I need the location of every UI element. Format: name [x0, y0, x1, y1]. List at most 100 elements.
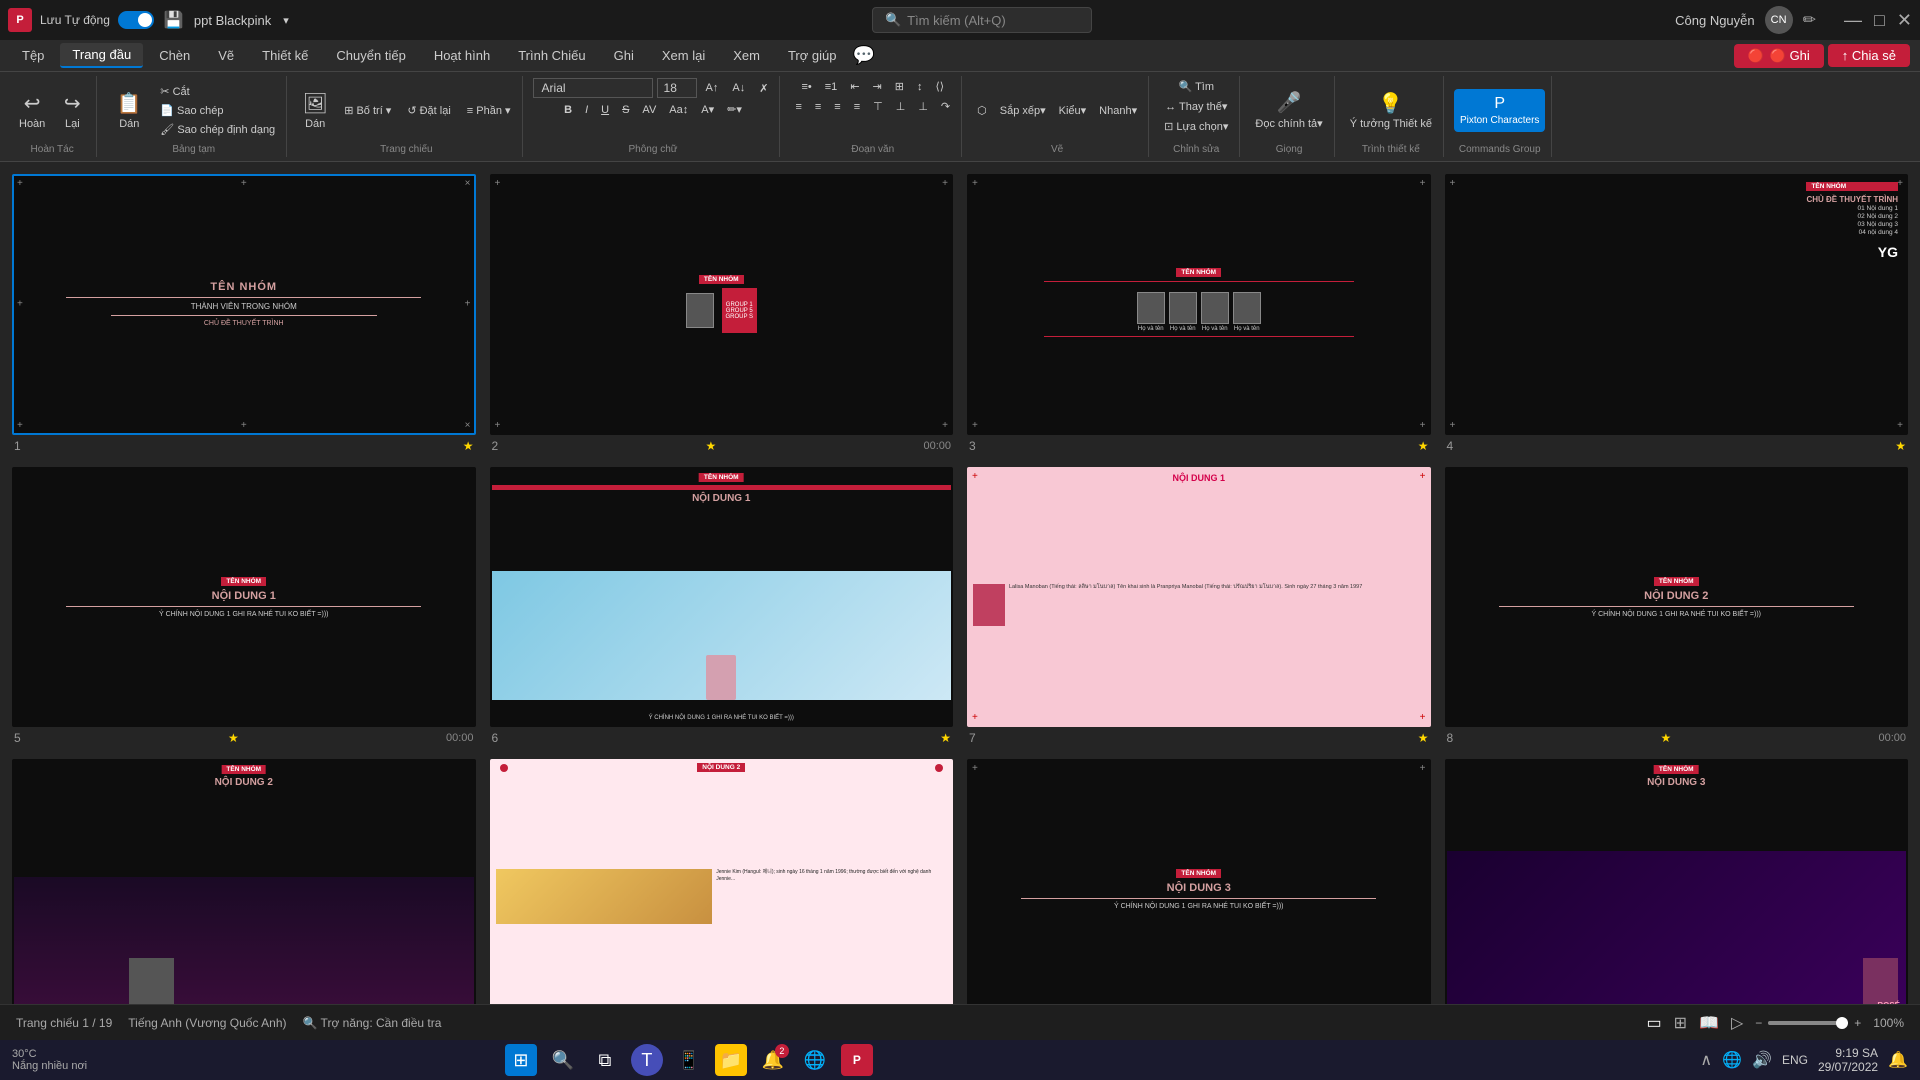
numbering-button[interactable]: ≡1 — [820, 79, 843, 95]
close-button[interactable]: ✕ — [1897, 10, 1912, 31]
zoom-slider[interactable]: − + — [1755, 1016, 1861, 1030]
pixton-button[interactable]: PPixton Characters — [1454, 89, 1545, 132]
slide-item-3[interactable]: + + + + TÊN NHÓM Họ và tên Họ và tên — [967, 174, 1431, 453]
decrease-font-button[interactable]: A↓ — [727, 80, 750, 96]
smart-art-button[interactable]: ⟨⟩ — [930, 78, 949, 95]
font-size-input[interactable]: 18 — [657, 78, 697, 98]
font-family-select[interactable]: Arial — [533, 78, 653, 98]
tab-view[interactable]: Xem — [721, 44, 772, 67]
slide-item-11[interactable]: + + TÊN NHÓM NỘI DUNG 3 Ý CHÍNH NỘI DUNG… — [967, 759, 1431, 1004]
quick-styles-button[interactable]: Nhanh▾ — [1094, 102, 1142, 119]
align-bottom-button[interactable]: ⊥ — [913, 98, 933, 115]
tab-record[interactable]: Ghi — [602, 44, 646, 67]
format-painter-button[interactable]: 🖌 Sao chép định dạng — [155, 121, 280, 138]
find-button[interactable]: 🔍 Tìm — [1174, 78, 1220, 95]
tab-help[interactable]: Trợ giúp — [776, 44, 849, 67]
slideshow-icon[interactable]: ▷ — [1731, 1013, 1743, 1033]
increase-indent-button[interactable]: ⇥ — [868, 78, 887, 95]
clear-format-button[interactable]: ✗ — [754, 80, 773, 97]
justify-button[interactable]: ≡ — [849, 99, 865, 115]
notification-icon[interactable]: 🔔 2 — [757, 1044, 789, 1076]
dictate-button[interactable]: 🎤Đọc chính tả▾ — [1250, 87, 1327, 133]
reset-button[interactable]: ↺ Đặt lại — [402, 102, 455, 119]
zoom-handle[interactable] — [1836, 1017, 1848, 1029]
tab-design[interactable]: Thiết kế — [250, 44, 320, 67]
select-button[interactable]: ⊡ Lựa chọn▾ — [1159, 118, 1233, 135]
share-button[interactable]: ↑ Chia sẻ — [1828, 44, 1910, 67]
normal-view-icon[interactable]: ▭ — [1647, 1013, 1662, 1033]
copy-button[interactable]: 📄 Sao chép — [155, 102, 280, 119]
tab-insert[interactable]: Chèn — [147, 44, 202, 67]
bullets-button[interactable]: ≡• — [796, 79, 816, 95]
slide-item-10[interactable]: NỘI DUNG 2 Jennie Kim (Hangul: 제니); sinh… — [490, 759, 954, 1004]
char-spacing-button[interactable]: AV — [637, 102, 661, 118]
cut-button[interactable]: ✂ Cắt — [155, 83, 280, 100]
teams-icon[interactable]: T — [631, 1044, 663, 1076]
save-button[interactable]: 💾 — [162, 8, 186, 32]
redo-button[interactable]: ↪Lại — [54, 88, 90, 133]
slide-item-1[interactable]: + × + × + + + + TÊN NHÓM THÀNH VIÊN TRON… — [12, 174, 476, 453]
change-case-button[interactable]: Aa↕ — [664, 102, 693, 118]
tab-draw[interactable]: Vẽ — [206, 44, 246, 67]
align-center-button[interactable]: ≡ — [810, 99, 826, 115]
chevron-up-icon[interactable]: ∧ — [1700, 1050, 1712, 1070]
layout-button[interactable]: ⊞ Bố trí ▾ — [339, 102, 396, 119]
slide-item-4[interactable]: + + + + TÊN NHÓM CHỦ ĐỀ THUYẾT TRÌNH 01 … — [1445, 174, 1909, 453]
line-spacing-button[interactable]: ↕ — [912, 79, 928, 95]
network-icon[interactable]: 🌐 — [1722, 1050, 1742, 1070]
auto-save-toggle[interactable] — [118, 11, 154, 29]
align-top-button[interactable]: ⊤ — [868, 98, 888, 115]
tab-transitions[interactable]: Chuyển tiếp — [324, 44, 417, 67]
windows-icon[interactable]: ⊞ — [505, 1044, 537, 1076]
notification-tray-icon[interactable]: 🔔 — [1888, 1050, 1908, 1070]
file-dropdown[interactable]: ▾ — [283, 14, 289, 27]
record-button[interactable]: 🔴🔴 Ghi — [1734, 44, 1824, 68]
text-direction-button[interactable]: ↷ — [936, 98, 955, 115]
file-explorer-icon[interactable]: 📁 — [715, 1044, 747, 1076]
align-middle-button[interactable]: ⊥ — [891, 98, 911, 115]
speaker-icon[interactable]: 🔊 — [1752, 1050, 1772, 1070]
tab-review[interactable]: Xem lại — [650, 44, 717, 67]
phone-link-icon[interactable]: 📱 — [673, 1044, 705, 1076]
slide-sorter-icon[interactable]: ⊞ — [1674, 1013, 1687, 1033]
designer-button[interactable]: 💡Ý tưởng Thiết kế — [1345, 88, 1437, 133]
tab-animations[interactable]: Hoạt hình — [422, 44, 502, 67]
section-button[interactable]: ≡ Phần ▾ — [462, 102, 516, 119]
underline-button[interactable]: U — [596, 102, 614, 118]
maximize-button[interactable]: □ — [1874, 10, 1885, 31]
tab-slideshow[interactable]: Trình Chiếu — [506, 44, 597, 67]
new-slide-button[interactable]: 🖼Dán — [297, 88, 333, 133]
slide-item-9[interactable]: TÊN NHÓM NỘI DUNG 2 9 ★ — [12, 759, 476, 1004]
slide-item-5[interactable]: TÊN NHÓM NỘI DUNG 1 Ý CHÍNH NỘI DUNG 1 G… — [12, 467, 476, 746]
decrease-indent-button[interactable]: ⇤ — [845, 78, 864, 95]
reading-view-icon[interactable]: 📖 — [1699, 1013, 1719, 1033]
minimize-button[interactable]: — — [1844, 10, 1862, 31]
comment-button[interactable]: 💬 — [852, 45, 874, 66]
powerpoint-taskbar-icon[interactable]: P — [841, 1044, 873, 1076]
arrange-button[interactable]: Sắp xếp▾ — [995, 102, 1051, 119]
align-left-button[interactable]: ≡ — [790, 99, 806, 115]
tab-home[interactable]: Trang đầu — [60, 43, 143, 68]
shape-button[interactable]: ⬡ — [972, 102, 992, 119]
columns-button[interactable]: ⊞ — [890, 78, 909, 95]
zoom-out-icon[interactable]: − — [1755, 1016, 1762, 1030]
search-taskbar-icon[interactable]: 🔍 — [547, 1044, 579, 1076]
zoom-in-icon[interactable]: + — [1854, 1016, 1861, 1030]
slide-item-12[interactable]: TÊN NHÓM NỘI DUNG 3 ROSÉ 12 ★ — [1445, 759, 1909, 1004]
task-view-icon[interactable]: ⧉ — [589, 1044, 621, 1076]
increase-font-button[interactable]: A↑ — [701, 80, 724, 96]
search-box[interactable]: 🔍 Tìm kiếm (Alt+Q) — [872, 7, 1092, 33]
highlight-button[interactable]: ✏▾ — [722, 101, 747, 118]
settings-icon[interactable]: ✏ — [1803, 10, 1816, 30]
strikethrough-button[interactable]: S — [617, 102, 634, 118]
bold-button[interactable]: B — [559, 102, 577, 118]
tab-file[interactable]: Tệp — [10, 44, 56, 67]
text-color-button[interactable]: A▾ — [696, 101, 719, 118]
align-right-button[interactable]: ≡ — [829, 99, 845, 115]
chrome-icon[interactable]: 🌐 — [799, 1044, 831, 1076]
italic-button[interactable]: I — [580, 102, 593, 118]
paste-button[interactable]: 📋Dán — [107, 88, 151, 133]
undo-button[interactable]: ↩Hoàn — [14, 88, 50, 133]
style-button[interactable]: Kiểu▾ — [1054, 102, 1092, 119]
slide-item-7[interactable]: + + + + NỘI DUNG 1 Lalisa Manoban (Tiếng… — [967, 467, 1431, 746]
